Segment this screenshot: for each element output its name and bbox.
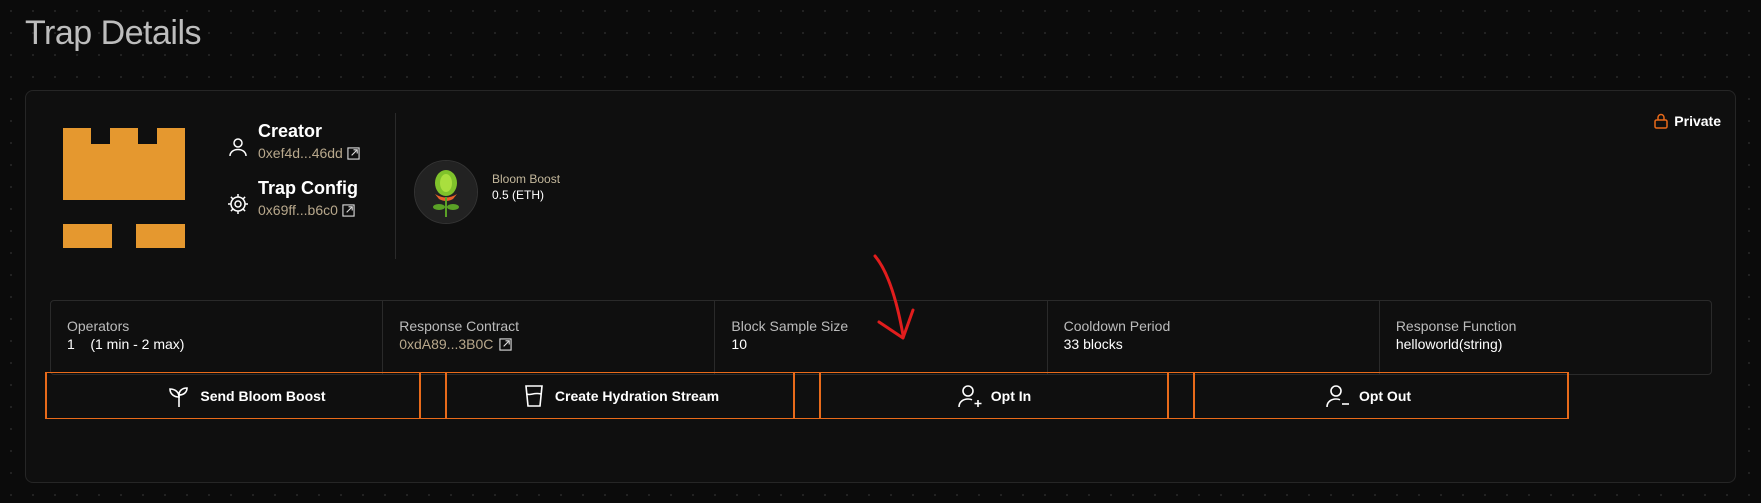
stat-cooldown-period: Cooldown Period 33 blocks xyxy=(1048,301,1380,374)
external-link-icon[interactable] xyxy=(499,337,513,351)
response-contract-link[interactable]: 0xdA89...3B0C xyxy=(399,336,513,352)
user-icon xyxy=(229,138,247,157)
stat-block-sample-size: Block Sample Size 10 xyxy=(715,301,1048,374)
sprout-icon xyxy=(169,386,189,407)
gear-icon xyxy=(228,194,248,214)
opt-in-button[interactable]: Opt In xyxy=(793,372,1195,419)
cup-icon xyxy=(525,384,543,407)
visibility-badge: Private xyxy=(1654,113,1721,129)
stat-value: 1 (1 min - 2 max) xyxy=(67,336,185,352)
trap-config-address: 0x69ff...b6c0 xyxy=(258,202,338,218)
button-label: Send Bloom Boost xyxy=(200,387,326,404)
stat-value: 0xdA89...3B0C xyxy=(399,336,494,352)
stat-operators: Operators 1 (1 min - 2 max) xyxy=(51,301,384,374)
visibility-label: Private xyxy=(1674,113,1721,129)
creator-address: 0xef4d...46dd xyxy=(258,145,343,161)
user-minus-icon xyxy=(1326,384,1349,407)
vertical-divider xyxy=(395,113,396,259)
stat-label: Response Function xyxy=(1395,318,1517,334)
stat-label: Block Sample Size xyxy=(731,318,849,334)
lock-icon xyxy=(1654,113,1669,129)
action-bar: Send Bloom Boost Create Hydration Stream… xyxy=(45,372,1717,422)
creator-title: Creator xyxy=(258,121,323,141)
stat-value: 10 xyxy=(731,336,747,352)
trap-config-title: Trap Config xyxy=(258,178,358,198)
stat-response-contract: Response Contract 0xdA89...3B0C xyxy=(383,301,716,374)
send-bloom-boost-button[interactable]: Send Bloom Boost xyxy=(45,372,447,419)
trap-config-address-link[interactable]: 0x69ff...b6c0 xyxy=(258,202,355,218)
trap-details-card: Creator 0xef4d...46dd Trap Config 0x69ff… xyxy=(25,90,1736,483)
stat-label: Operators xyxy=(67,318,130,334)
creator-address-link[interactable]: 0xef4d...46dd xyxy=(258,145,360,161)
bloom-boost-value: 0.5 (ETH) xyxy=(492,188,545,202)
opt-out-button[interactable]: Opt Out xyxy=(1167,372,1569,419)
button-label: Opt In xyxy=(990,387,1032,404)
button-label: Opt Out xyxy=(1358,387,1412,404)
page-title: Trap Details xyxy=(25,14,202,52)
stat-response-function: Response Function helloworld(string) xyxy=(1380,301,1711,374)
trap-logo xyxy=(63,128,185,248)
button-label: Create Hydration Stream xyxy=(554,387,720,404)
bloom-boost-label: Bloom Boost xyxy=(492,172,561,186)
stat-label: Response Contract xyxy=(399,318,520,334)
stat-value: 33 blocks xyxy=(1063,336,1123,352)
user-plus-icon xyxy=(957,384,982,407)
external-link-icon[interactable] xyxy=(347,146,360,160)
external-link-icon[interactable] xyxy=(342,203,355,217)
stats-grid: Operators 1 (1 min - 2 max) Response Con… xyxy=(50,300,1712,375)
stat-value: helloworld(string) xyxy=(1395,336,1503,352)
create-hydration-stream-button[interactable]: Create Hydration Stream xyxy=(419,372,821,419)
bloom-boost-flower-icon xyxy=(414,160,478,224)
stat-label: Cooldown Period xyxy=(1063,318,1171,334)
